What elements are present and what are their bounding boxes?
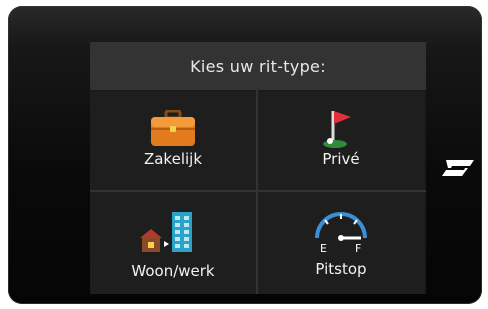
fuel-gauge-icon: E F — [315, 212, 367, 254]
brand-logo-icon — [442, 160, 474, 176]
option-label: Pitstop — [315, 260, 367, 278]
gauge-full-label: F — [355, 242, 361, 254]
option-zakelijk-button[interactable]: Zakelijk — [90, 92, 256, 190]
option-pitstop-button[interactable]: E F Pitstop — [258, 192, 424, 294]
option-label: Zakelijk — [143, 150, 203, 168]
option-label: Privé — [322, 150, 360, 168]
bezel-highlight — [8, 6, 482, 46]
briefcase-icon — [151, 110, 195, 146]
option-woon-werk-button[interactable]: Woon/werk — [90, 192, 256, 294]
home-to-office-icon — [140, 212, 192, 252]
gauge-empty-label: E — [320, 242, 327, 254]
golf-flag-icon — [323, 111, 351, 148]
option-label: Woon/werk — [131, 262, 215, 280]
dialog-title: Kies uw rit-type: — [90, 42, 426, 90]
option-prive-button[interactable]: Privé — [258, 92, 424, 190]
trip-type-screen: Kies uw rit-type: Zakelijk Privé Woon/we… — [90, 42, 426, 294]
device-frame: Kies uw rit-type: Zakelijk Privé Woon/we… — [8, 6, 482, 304]
